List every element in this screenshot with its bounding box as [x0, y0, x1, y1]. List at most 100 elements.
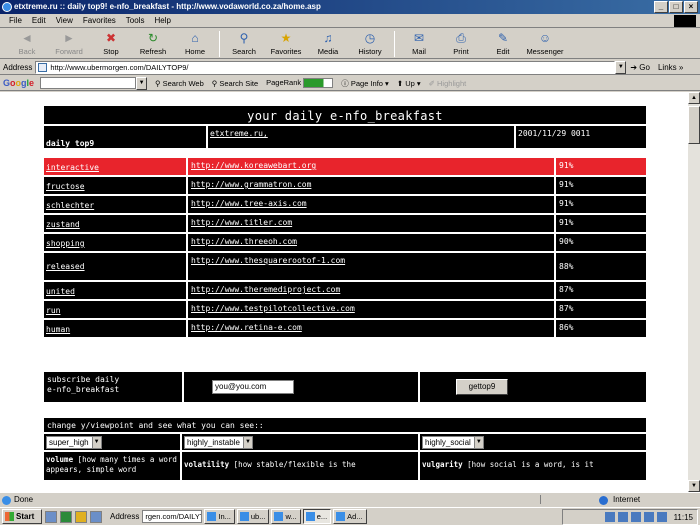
page-info-button[interactable]: ⓘ Page Info ▾: [341, 78, 389, 89]
mail-button[interactable]: ✉ Mail: [398, 29, 440, 59]
volume-select[interactable]: super_high ▼: [46, 435, 102, 449]
volatility-select[interactable]: highly_instable ▼: [184, 435, 253, 449]
volatility-description: volatility [how stable/flexible is the: [182, 452, 420, 480]
address-input[interactable]: http://www.ubermorgen.com/DAILYTOP9/: [35, 60, 616, 74]
category-link[interactable]: fructose: [44, 177, 188, 194]
menu-view[interactable]: View: [51, 16, 78, 25]
address-label: Address: [3, 62, 33, 72]
tray-antivirus-icon[interactable]: [630, 512, 641, 522]
volume-select-cell: super_high ▼: [44, 434, 182, 450]
quicklaunch-excel-icon[interactable]: [75, 510, 87, 523]
taskbar-window-label: Ad...: [347, 512, 363, 521]
url-link[interactable]: http://www.koreawebart.org: [188, 158, 556, 175]
maximize-button[interactable]: □: [669, 1, 683, 13]
url-link[interactable]: http://www.threeoh.com: [188, 234, 556, 251]
print-button[interactable]: ⎙ Print: [440, 29, 482, 59]
menu-help[interactable]: Help: [149, 16, 175, 25]
url-link[interactable]: http://www.testpilotcollective.com: [188, 301, 556, 318]
edit-button[interactable]: ✎ Edit: [482, 29, 524, 59]
header-link[interactable]: etxtreme.ru,: [208, 126, 516, 148]
taskbar-address-input[interactable]: rgen.com/DAILYTOP9: [142, 510, 203, 523]
mail-label: Mail: [412, 47, 426, 56]
home-button[interactable]: ⌂ Home: [174, 29, 216, 59]
mail-icon: ✉: [413, 31, 425, 45]
taskbar-window-button[interactable]: In...: [204, 509, 235, 524]
scroll-up-button[interactable]: ▲: [688, 92, 700, 104]
highlight-button[interactable]: ✐ Highlight: [429, 79, 467, 88]
google-toolbar: Google ▼ ⚲ Search Web ⚲ Search Site Page…: [0, 76, 700, 91]
quicklaunch-ie-icon[interactable]: [45, 510, 57, 523]
back-arrow-icon: ◄: [21, 31, 33, 45]
google-logo-letter: e: [29, 78, 35, 88]
search-site-button[interactable]: ⚲ Search Site: [212, 79, 258, 88]
go-button[interactable]: ➔ Go: [630, 63, 650, 72]
favorites-button[interactable]: ★ Favorites: [265, 29, 307, 59]
search-site-label: Search Site: [219, 78, 259, 88]
category-link[interactable]: shopping: [44, 234, 188, 251]
search-web-button[interactable]: ⚲ Search Web: [155, 79, 204, 88]
url-link[interactable]: http://www.theremediproject.com: [188, 282, 556, 299]
page-title: your daily e-nfo_breakfast: [44, 106, 646, 126]
google-search-input[interactable]: [40, 77, 137, 89]
scroll-down-button[interactable]: ▼: [688, 480, 700, 492]
percentage: 87%: [559, 285, 574, 294]
category-link[interactable]: run: [44, 301, 188, 318]
pagerank-indicator[interactable]: PageRank: [266, 78, 334, 88]
page-info-label: Page Info: [350, 78, 383, 88]
menu-tools[interactable]: Tools: [121, 16, 150, 25]
email-input[interactable]: you@you.com: [212, 380, 294, 394]
back-button[interactable]: ◄ Back: [6, 29, 48, 59]
google-logo[interactable]: Google: [3, 78, 34, 88]
title-bar: etxtreme.ru :: daily top9! e-nfo_breakfa…: [0, 0, 700, 14]
search-button[interactable]: ⚲ Search: [223, 29, 265, 59]
stop-button[interactable]: ✖ Stop: [90, 29, 132, 59]
minimize-button[interactable]: _: [654, 1, 668, 13]
taskbar-window-button[interactable]: w...: [271, 509, 301, 524]
gettop9-button[interactable]: gettop9: [456, 379, 508, 395]
url-link[interactable]: http://www.retina-e.com: [188, 320, 556, 337]
history-button[interactable]: ◷ History: [349, 29, 391, 59]
category-link[interactable]: interactive: [44, 158, 188, 175]
menu-favorites[interactable]: Favorites: [78, 16, 121, 25]
google-search-dropdown[interactable]: ▼: [136, 76, 148, 90]
vertical-scrollbar[interactable]: ▲ ▼: [688, 92, 700, 492]
url-link[interactable]: http://www.grammatron.com: [188, 177, 556, 194]
menu-file[interactable]: File: [4, 16, 27, 25]
tray-app-icon[interactable]: [656, 512, 667, 522]
media-icon: ♫: [323, 31, 333, 45]
category-link[interactable]: released: [44, 253, 188, 280]
menu-edit[interactable]: Edit: [27, 16, 51, 25]
zone-label: Internet: [613, 495, 641, 504]
scroll-thumb[interactable]: [688, 106, 700, 144]
category-link[interactable]: schlechter: [44, 196, 188, 213]
messenger-label: Messenger: [526, 47, 564, 56]
url-link[interactable]: http://www.tree-axis.com: [188, 196, 556, 213]
refresh-button[interactable]: ↻ Refresh: [132, 29, 174, 59]
url-link[interactable]: http://www.titler.com: [188, 215, 556, 232]
quicklaunch-outlook-icon[interactable]: [60, 510, 72, 523]
close-button[interactable]: ×: [684, 1, 698, 13]
tray-messenger-icon[interactable]: [643, 512, 654, 522]
category-link[interactable]: human: [44, 320, 188, 337]
tray-volume-icon[interactable]: [617, 512, 628, 522]
messenger-button[interactable]: ☺ Messenger: [524, 29, 566, 59]
forward-button[interactable]: ► Forward: [48, 29, 90, 59]
windows-logo-icon: [674, 15, 696, 27]
taskbar-window-button[interactable]: e...: [302, 509, 332, 524]
ie-app-icon[interactable]: [2, 2, 12, 12]
address-dropdown-button[interactable]: ▼: [615, 60, 627, 74]
vulgarity-select[interactable]: highly_social ▼: [422, 435, 484, 449]
quicklaunch-explorer-icon[interactable]: [90, 510, 102, 523]
category-link[interactable]: zustand: [44, 215, 188, 232]
start-button[interactable]: Start: [2, 509, 42, 524]
category-link[interactable]: united: [44, 282, 188, 299]
tray-network-icon[interactable]: [604, 512, 615, 522]
up-button[interactable]: ⬆ Up ▾: [397, 79, 421, 88]
url-link[interactable]: http://www.thesquarerootof-1.com: [188, 253, 556, 280]
links-label: Links: [657, 62, 677, 72]
table-row: united http://www.theremediproject.com 8…: [44, 282, 646, 301]
taskbar-window-button[interactable]: ub...: [236, 509, 270, 524]
media-button[interactable]: ♫ Media: [307, 29, 349, 59]
taskbar-window-button[interactable]: Ad...: [333, 509, 367, 524]
links-button[interactable]: Links »: [658, 63, 683, 72]
